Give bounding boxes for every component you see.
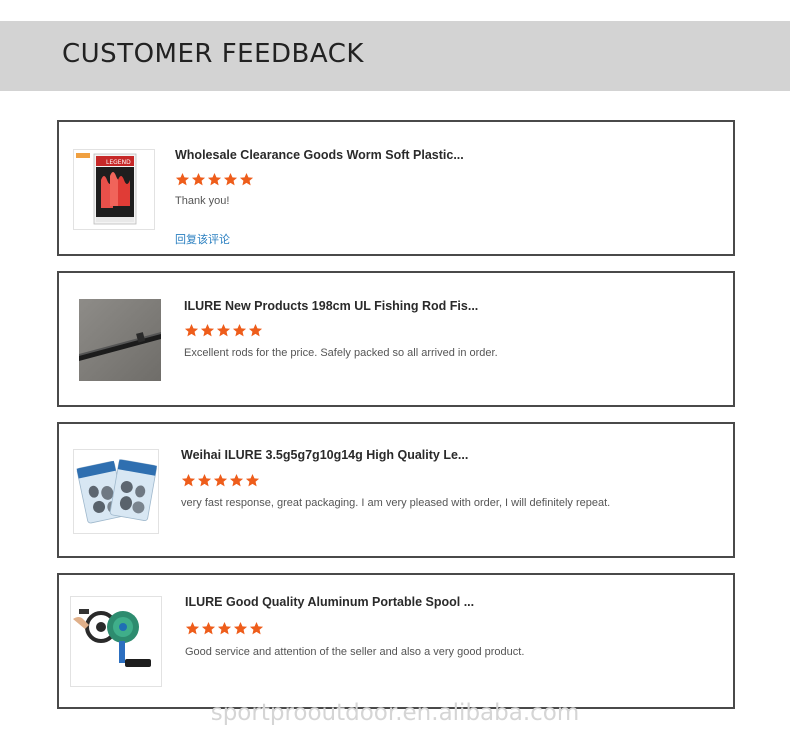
review-card: LEGEND Wholesale Clearance Goods Worm So… [57,120,735,256]
star-icon [239,172,254,186]
star-icon [216,323,231,337]
fishing-rod-image[interactable] [79,299,161,381]
review-comment: Excellent rods for the price. Safely pac… [184,347,498,359]
product-title[interactable]: Weihai ILURE 3.5g5g7g10g14g High Quality… [181,448,468,462]
spool-tool-image[interactable] [70,596,162,687]
review-comment: Good service and attention of the seller… [185,646,525,658]
star-icon [213,473,228,487]
review-comment: very fast response, great packaging. I a… [181,497,611,509]
lure-brand-label: LEGEND [106,159,131,166]
review-card: Weihai ILURE 3.5g5g7g10g14g High Quality… [57,422,735,558]
star-icon [175,172,190,186]
review-comment: Thank you! [175,195,230,207]
star-icon [217,621,232,635]
star-rating [175,172,254,187]
star-icon [233,621,248,635]
lead-weights-pack-image[interactable] [73,449,159,534]
star-icon [249,621,264,635]
section-title: CUSTOMER FEEDBACK [62,39,364,69]
star-icon [245,473,260,487]
star-rating [184,323,263,338]
star-icon [207,172,222,186]
star-icon [185,621,200,635]
star-icon [223,172,238,186]
star-rating [185,621,264,636]
product-title[interactable]: ILURE Good Quality Aluminum Portable Spo… [185,595,474,609]
review-card: ILURE New Products 198cm UL Fishing Rod … [57,271,735,407]
review-card: ILURE Good Quality Aluminum Portable Spo… [57,573,735,709]
section-header: CUSTOMER FEEDBACK [0,21,790,91]
star-icon [232,323,247,337]
product-title[interactable]: Wholesale Clearance Goods Worm Soft Plas… [175,148,464,162]
soft-worm-lure-pack-image[interactable]: LEGEND [73,149,155,230]
star-icon [229,473,244,487]
star-icon [200,323,215,337]
star-rating [181,473,260,488]
watermark: sportprooutdoor.en.alibaba.com [210,700,580,726]
star-icon [201,621,216,635]
star-icon [248,323,263,337]
star-icon [191,172,206,186]
product-title[interactable]: ILURE New Products 198cm UL Fishing Rod … [184,299,478,313]
reply-link[interactable]: 回复该评论 [175,231,230,247]
star-icon [181,473,196,487]
star-icon [184,323,199,337]
star-icon [197,473,212,487]
